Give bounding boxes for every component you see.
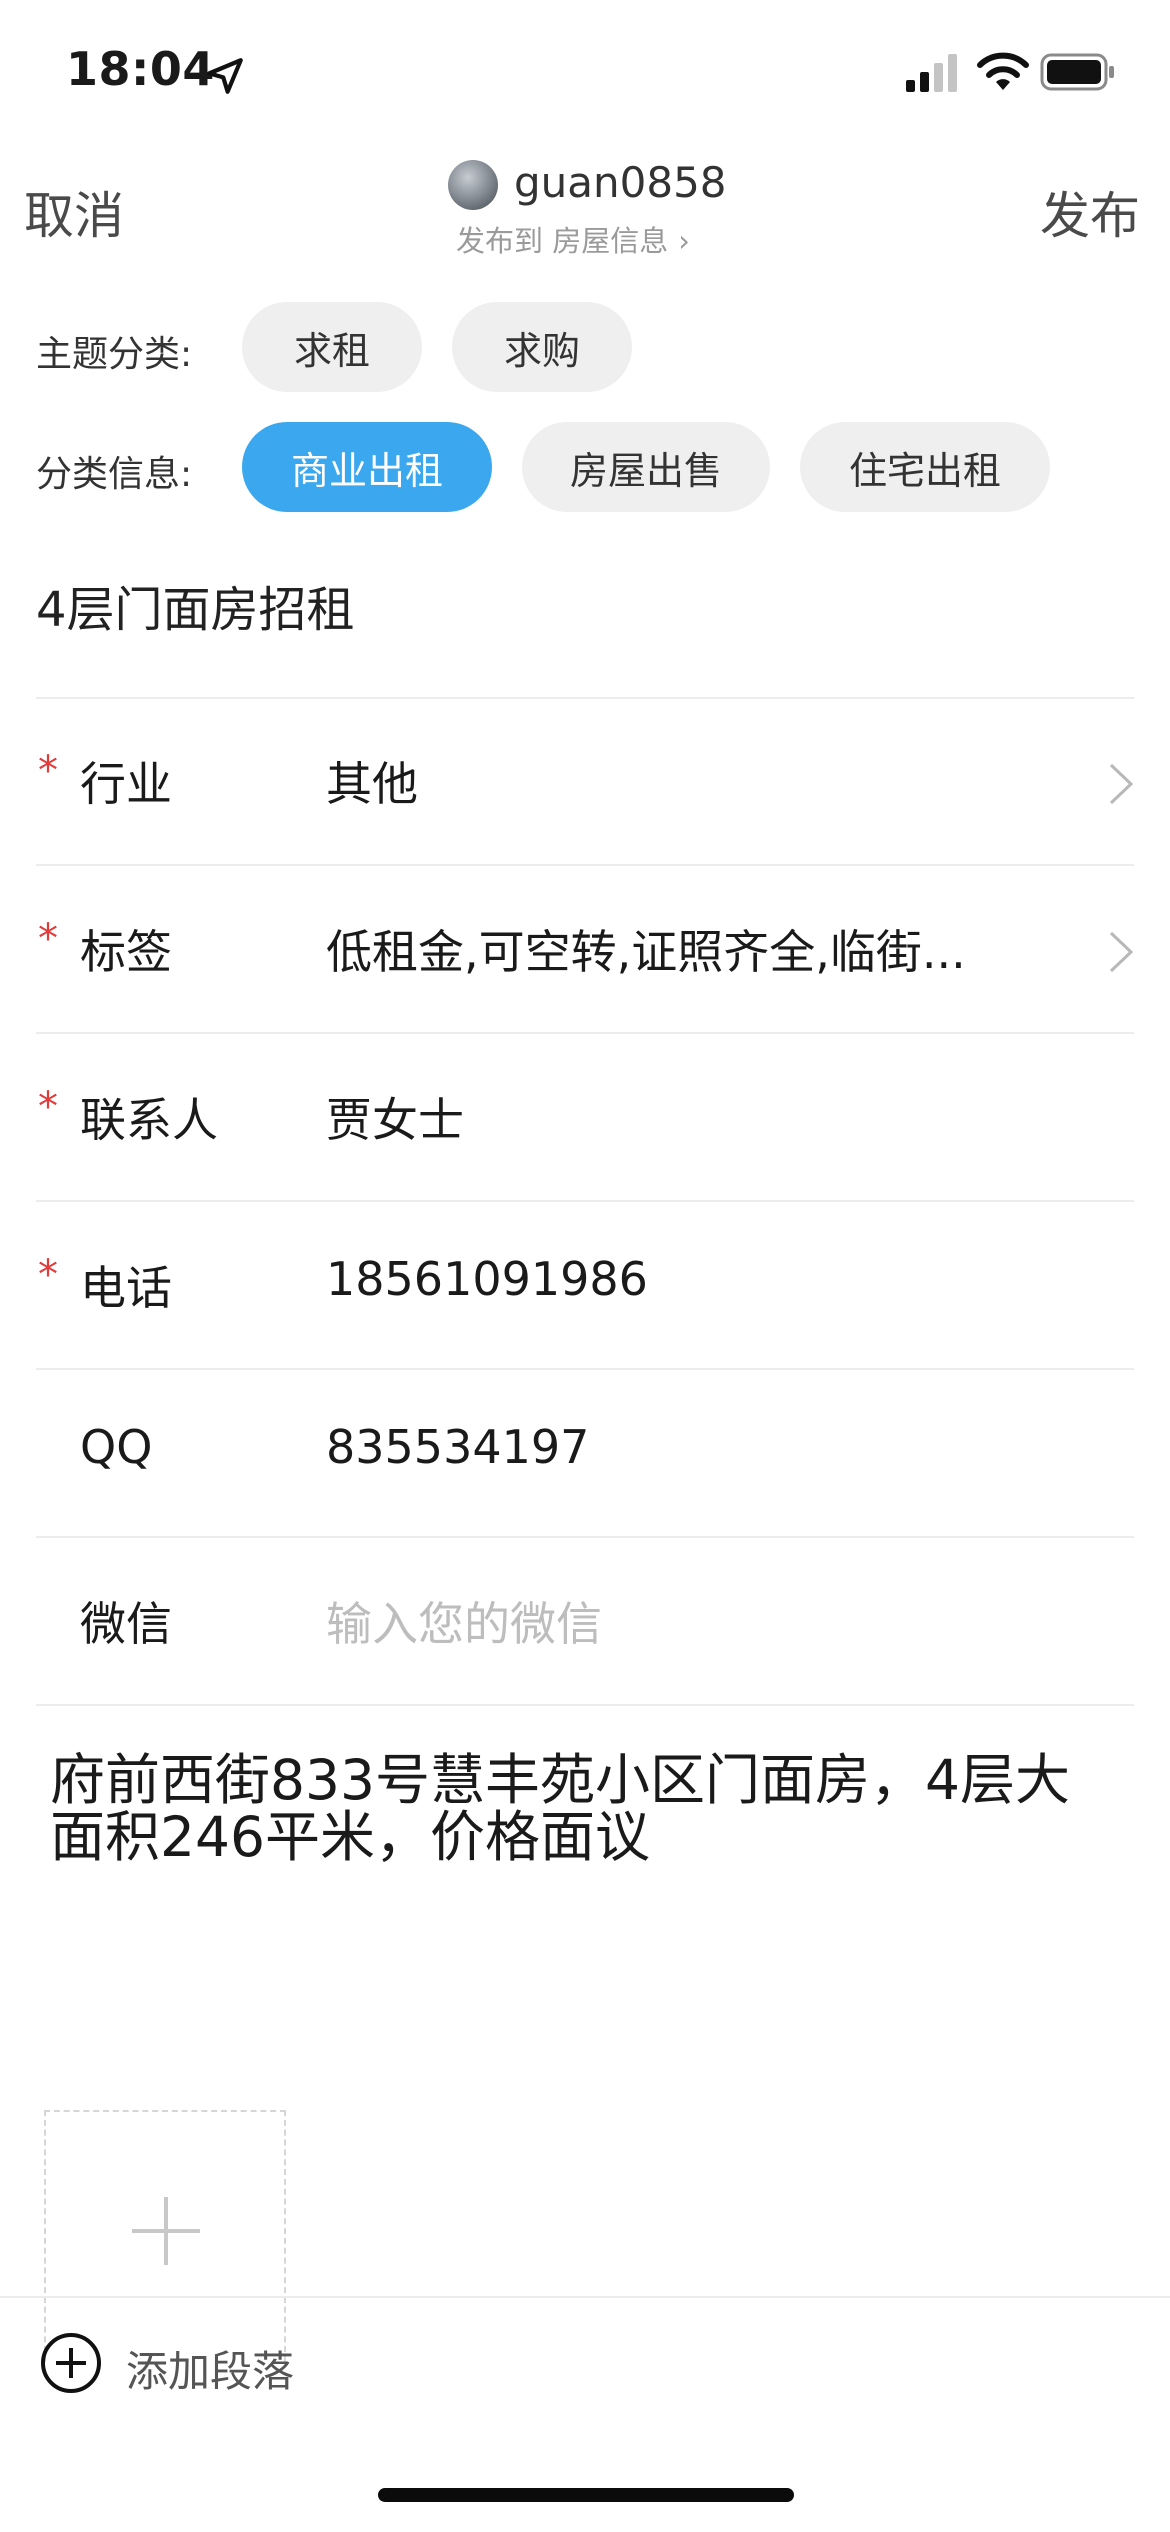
plus-icon [164,2197,168,2265]
field-label: 微信 [80,1597,172,1651]
status-time: 18:04 [66,42,215,96]
chip-category-house-sale[interactable]: 房屋出售 [522,422,770,512]
phone-input[interactable]: 18561091986 [326,1252,648,1306]
chevron-right-icon: › [678,224,690,258]
contact-input[interactable]: 贾女士 [326,1084,464,1150]
field-phone[interactable]: * 电话 18561091986 [0,1202,1170,1370]
required-marker: * [38,916,58,962]
field-industry[interactable]: * 行业 其他 [0,698,1170,866]
location-arrow-icon [207,58,243,94]
category-label: 分类信息: [36,454,193,495]
field-label: QQ [80,1420,153,1474]
chevron-right-icon [1109,763,1134,805]
avatar[interactable] [448,160,498,210]
home-indicator[interactable] [378,2488,794,2502]
industry-value[interactable]: 其他 [326,748,418,814]
field-tags[interactable]: * 标签 低租金,可空转,证照齐全,临街... [0,866,1170,1034]
chevron-right-icon [1109,931,1134,973]
publish-destination-label: 发布到 房屋信息 [456,224,669,258]
divider [0,2296,1170,2298]
field-contact[interactable]: * 联系人 贾女士 [0,1034,1170,1202]
field-qq[interactable]: QQ 835534197 [0,1370,1170,1538]
field-label: 联系人 [80,1093,218,1147]
field-label: 行业 [80,757,172,811]
qq-input[interactable]: 835534197 [326,1420,589,1474]
description-textarea[interactable]: 府前西街833号慧丰苑小区门面房，4层大面积246平米，价格面议 [50,1751,1120,1866]
chip-topic-rent-wanted[interactable]: 求租 [242,302,422,392]
signal-icon [906,54,957,92]
post-title-input[interactable]: 4层门面房招租 [36,570,355,640]
battery-icon [1040,53,1114,91]
publish-destination[interactable]: 发布到 房屋信息 › [456,218,690,260]
add-paragraph-button[interactable]: 添加段落 [126,2338,294,2399]
divider [36,1704,1134,1706]
field-label: 电话 [80,1261,172,1315]
chip-category-commercial-rent[interactable]: 商业出租 [242,422,492,512]
required-marker: * [38,1084,58,1130]
required-marker: * [38,1252,58,1298]
wechat-input[interactable]: 输入您的微信 [326,1588,602,1654]
wifi-icon [977,52,1029,90]
publish-button[interactable]: 发布 [1040,176,1140,248]
field-label: 标签 [80,925,172,979]
cancel-button[interactable]: 取消 [24,176,124,248]
tags-value[interactable]: 低租金,可空转,证照齐全,临街... [326,916,966,982]
username[interactable]: guan0858 [514,158,727,207]
add-circle-icon[interactable] [40,2332,102,2394]
topic-label: 主题分类: [36,334,193,375]
chip-topic-buy-wanted[interactable]: 求购 [452,302,632,392]
chip-category-residential-rent[interactable]: 住宅出租 [800,422,1050,512]
field-wechat[interactable]: 微信 输入您的微信 [0,1538,1170,1706]
required-marker: * [38,748,58,794]
